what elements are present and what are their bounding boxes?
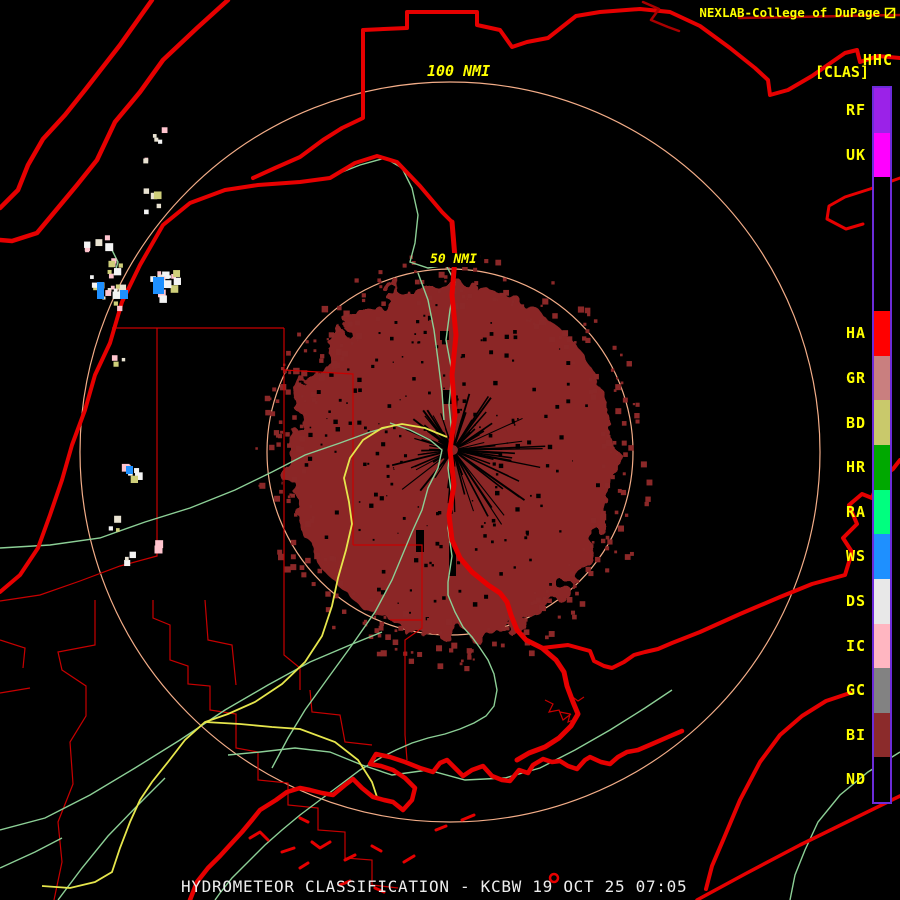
legend-swatch-HA bbox=[874, 311, 890, 356]
legend-label-HA: HA bbox=[845, 324, 866, 343]
maine-coastline bbox=[187, 728, 685, 900]
brand-title: NEXLAB-College of DuPage bbox=[699, 5, 880, 20]
legend-label-DS: DS bbox=[845, 591, 866, 610]
legend-label-UK: UK bbox=[845, 145, 866, 164]
border-top-squiggle bbox=[641, 0, 681, 33]
brand: NEXLAB-College of DuPage bbox=[699, 5, 896, 20]
legend-label-WS: WS bbox=[845, 547, 866, 566]
radar-display: NEXLAB-College of DuPage HHC [CLAS] RF UK… bbox=[0, 0, 900, 900]
status-bar-text: HYDROMETEOR CLASSIFICATION - KCBW 19 OCT… bbox=[181, 877, 688, 896]
cod-logo-icon bbox=[884, 7, 896, 18]
state-boundaries bbox=[0, 0, 900, 900]
legend-label-RF: RF bbox=[845, 101, 866, 120]
legend-swatch-HR bbox=[874, 445, 890, 490]
river-coastal bbox=[227, 689, 673, 781]
legend-label-BD: BD bbox=[845, 413, 866, 432]
nw-precip-blue-accents bbox=[97, 277, 164, 474]
legend-label-IC: IC bbox=[845, 636, 866, 655]
coast-corner bbox=[695, 794, 900, 900]
legend-swatch-UK bbox=[874, 132, 890, 178]
legend-swatch-blank-4 bbox=[874, 266, 890, 312]
legend-label-BI: BI bbox=[845, 725, 866, 744]
legend-swatch-blank-3 bbox=[874, 221, 890, 267]
legend-swatch-GC bbox=[874, 668, 890, 713]
legend-swatch-GR bbox=[874, 355, 890, 401]
legend-label-HR: HR bbox=[845, 458, 866, 477]
legend-label-ND: ND bbox=[845, 770, 866, 789]
legend-mode-badge: [CLAS] bbox=[814, 63, 869, 81]
legend-swatch-ND bbox=[874, 757, 890, 802]
legend-swatch-blank-2 bbox=[874, 177, 890, 222]
legend-label-GC: GC bbox=[845, 681, 866, 700]
legend-swatch-RF bbox=[874, 88, 890, 133]
legend-swatch-IC bbox=[874, 623, 890, 669]
bay-coast-lower bbox=[704, 691, 852, 891]
river-southwest-c bbox=[0, 837, 63, 869]
nw-precip-echoes bbox=[84, 127, 181, 567]
legend-swatch-WS bbox=[874, 534, 890, 579]
range-ring-label-100: 100 NMI bbox=[424, 63, 494, 80]
legend-colorbar bbox=[872, 86, 892, 804]
legend-label-GR: GR bbox=[845, 368, 866, 387]
legend-label-RA: RA bbox=[845, 502, 866, 521]
legend-swatch-BD bbox=[874, 400, 890, 445]
legend-swatch-RA bbox=[874, 489, 890, 535]
river-southwest-b bbox=[57, 777, 166, 900]
border-topleft-inner bbox=[0, 0, 231, 244]
legend-swatch-DS bbox=[874, 578, 890, 624]
range-ring-label-50: 50 NMI bbox=[427, 252, 480, 268]
radar-map bbox=[0, 0, 900, 900]
border-north-rectangle bbox=[251, 7, 900, 180]
legend-swatch-BI bbox=[874, 712, 890, 758]
